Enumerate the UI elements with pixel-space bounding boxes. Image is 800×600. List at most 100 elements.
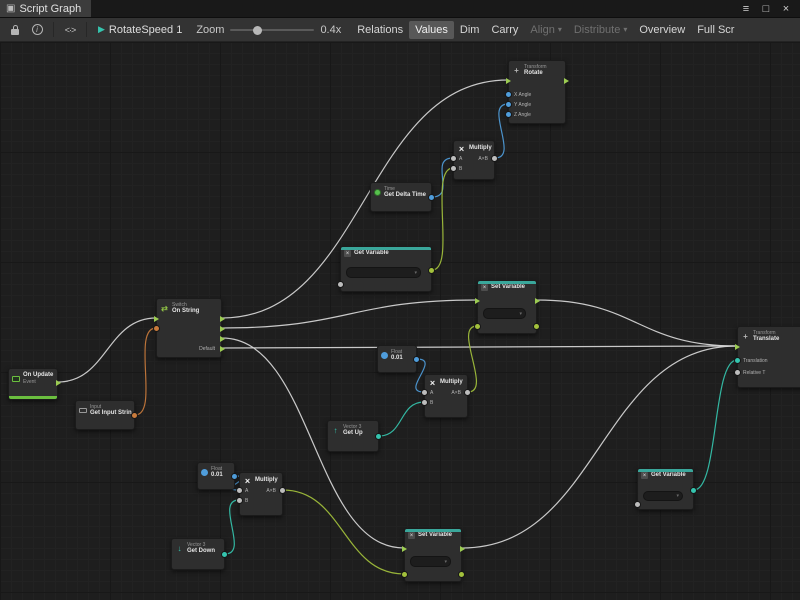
info-icon[interactable]	[27, 20, 47, 40]
toolbar-button-align[interactable]: Align▾	[524, 21, 567, 39]
window-close-icon[interactable]: ×	[778, 1, 794, 17]
window-maximize-icon[interactable]: □	[758, 1, 774, 17]
wire-flow-7[interactable]	[462, 346, 737, 548]
node-translate[interactable]: TransformTranslateTranslationRelative T	[737, 326, 800, 388]
data-port[interactable]	[232, 474, 237, 479]
variable-name-dropdown[interactable]: ▾	[483, 308, 526, 319]
toolbar-button-relations[interactable]: Relations	[351, 21, 409, 39]
lock-icon[interactable]	[5, 20, 25, 40]
data-port[interactable]	[237, 498, 242, 503]
wire-vector-15[interactable]	[225, 500, 239, 554]
node-float-1[interactable]: Float0.01	[377, 345, 417, 373]
node-set-variable-1[interactable]: Set Variable▾	[477, 280, 537, 334]
node-accent-bar	[638, 469, 693, 472]
flow-port[interactable]	[535, 298, 540, 304]
node-switch-on-string[interactable]: SwitchOn StringDefault	[156, 298, 222, 358]
zoom-slider-handle[interactable]	[253, 26, 262, 35]
chevron-down-icon: ▾	[558, 26, 562, 34]
graph-name-button[interactable]: RotateSpeed 1	[92, 22, 188, 38]
multiply-icon	[243, 476, 252, 485]
node-get-variable-2[interactable]: Get Variable▾	[637, 468, 694, 510]
wire-flow-0[interactable]	[58, 318, 156, 382]
data-port[interactable]	[422, 390, 427, 395]
toolbar-button-overview[interactable]: Overview	[633, 21, 691, 39]
flow-port[interactable]	[564, 78, 569, 84]
node-on-update[interactable]: On UpdateEvent	[8, 368, 58, 400]
node-rotate[interactable]: TransformRotateX AngleY AngleZ Angle	[508, 60, 566, 124]
graph-canvas[interactable]: TransformRotateX AngleY AngleZ Angle Mult…	[0, 42, 800, 600]
data-port[interactable]	[237, 488, 242, 493]
vector3-up-icon	[331, 426, 340, 435]
data-port[interactable]	[492, 156, 497, 161]
data-port[interactable]	[451, 166, 456, 171]
data-port[interactable]	[506, 92, 511, 97]
data-port[interactable]	[280, 488, 285, 493]
flow-port[interactable]	[402, 546, 407, 552]
wire-flow-6[interactable]	[537, 300, 737, 346]
wire-string-1[interactable]	[135, 328, 156, 415]
toolbar-button-fullscreen[interactable]: Full Scr	[691, 21, 740, 39]
data-port[interactable]	[338, 282, 343, 287]
node-multiply-2[interactable]: MultiplyABA×B	[424, 374, 468, 418]
flow-port[interactable]	[475, 298, 480, 304]
wire-flow-4[interactable]	[222, 346, 737, 348]
data-port[interactable]	[154, 326, 159, 331]
variable-name-dropdown[interactable]: ▾	[410, 556, 451, 567]
data-port[interactable]	[376, 434, 381, 439]
toolbar-button-values[interactable]: Values	[409, 21, 454, 39]
node-float-2[interactable]: Float0.01	[197, 462, 235, 490]
node-get-delta-time[interactable]: TimeGet Delta Time	[370, 182, 432, 212]
window-menu-icon[interactable]: ≡	[738, 1, 754, 17]
node-title: Multiply	[255, 477, 278, 484]
variable-name-dropdown[interactable]: ▾	[346, 267, 421, 278]
data-port[interactable]	[506, 102, 511, 107]
flow-port[interactable]	[154, 316, 159, 322]
data-port[interactable]	[402, 572, 407, 577]
variable-name-dropdown[interactable]: ▾	[643, 491, 683, 501]
data-port[interactable]	[429, 268, 434, 273]
data-port[interactable]	[735, 358, 740, 363]
data-port[interactable]	[422, 400, 427, 405]
data-port[interactable]	[635, 502, 640, 507]
zoom-slider[interactable]	[230, 23, 314, 37]
node-get-down[interactable]: Vector 3Get Down	[171, 538, 225, 570]
data-port[interactable]	[506, 112, 511, 117]
flow-port[interactable]	[506, 78, 511, 84]
wire-object-16[interactable]	[283, 490, 404, 574]
flow-port[interactable]	[220, 336, 225, 342]
data-port[interactable]	[735, 370, 740, 375]
node-get-up[interactable]: Vector 3Get Up	[327, 420, 379, 452]
data-port[interactable]	[132, 413, 137, 418]
node-get-input-string[interactable]: InputGet Input Strin	[75, 400, 135, 430]
data-port[interactable]	[475, 324, 480, 329]
node-multiply-1[interactable]: MultiplyABA×B	[453, 140, 495, 180]
toolbar-button-distribute[interactable]: Distribute▾	[568, 21, 633, 39]
toolbar-button-carry[interactable]: Carry	[485, 21, 524, 39]
toolbar-button-dim[interactable]: Dim	[454, 21, 486, 39]
flow-port[interactable]	[220, 326, 225, 332]
flow-port[interactable]	[460, 546, 465, 552]
tab-script-graph[interactable]: Script Graph	[0, 0, 91, 17]
node-get-variable-1[interactable]: Get Variable▾	[340, 246, 432, 292]
data-port[interactable]	[414, 357, 419, 362]
node-header: Multiply	[240, 473, 282, 486]
data-port[interactable]	[459, 572, 464, 577]
flow-port[interactable]	[735, 344, 740, 350]
data-port[interactable]	[222, 552, 227, 557]
flow-port[interactable]	[220, 346, 225, 352]
node-multiply-3[interactable]: MultiplyABA×B	[239, 472, 283, 516]
wire-vector-17[interactable]	[694, 360, 737, 490]
data-port[interactable]	[691, 488, 696, 493]
wire-object-9[interactable]	[432, 168, 453, 270]
wire-object-13[interactable]	[468, 326, 477, 392]
wire-vector-12[interactable]	[379, 402, 424, 436]
node-set-variable-2[interactable]: Set Variable▾	[404, 528, 462, 582]
data-port[interactable]	[429, 195, 434, 200]
data-port[interactable]	[451, 156, 456, 161]
data-port[interactable]	[534, 324, 539, 329]
flow-port[interactable]	[56, 380, 61, 386]
wire-flow-3[interactable]	[222, 300, 477, 328]
code-icon[interactable]	[60, 20, 80, 40]
flow-port[interactable]	[220, 316, 225, 322]
data-port[interactable]	[465, 390, 470, 395]
